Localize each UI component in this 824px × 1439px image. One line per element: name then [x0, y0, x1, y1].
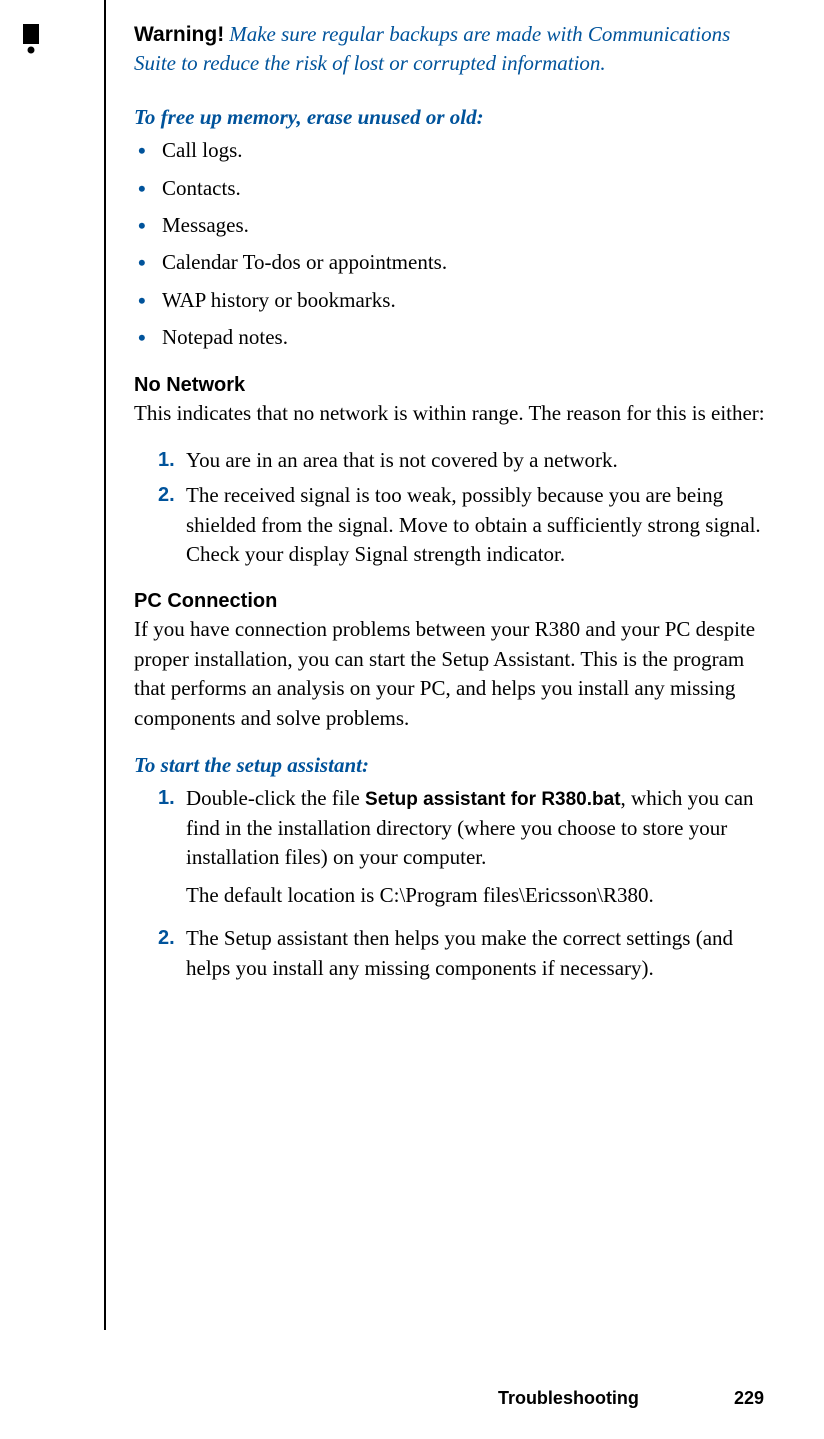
main-content: Warning! Make sure regular backups are m… [134, 20, 774, 983]
setup-assistant-list: 1. Double-click the file Setup assistant… [158, 784, 774, 983]
step-continuation: The default location is C:\Program files… [186, 881, 774, 910]
list-item: Messages. [134, 211, 774, 240]
pc-connection-intro: If you have connection problems between … [134, 615, 774, 733]
no-network-list: 1. You are in an area that is not covere… [158, 446, 774, 570]
list-item: Contacts. [134, 174, 774, 203]
list-item: 1. You are in an area that is not covere… [158, 446, 774, 475]
step-number: 2. [158, 481, 175, 509]
warning-body: Make sure regular backups are made with … [134, 22, 730, 75]
bat-filename: Setup assistant for R380.bat [365, 789, 621, 810]
page-footer: Troubleshooting 229 [498, 1386, 764, 1411]
step-number: 1. [158, 784, 175, 812]
list-item: 1. Double-click the file Setup assistant… [158, 784, 774, 910]
step-number: 2. [158, 924, 175, 952]
list-item: Notepad notes. [134, 323, 774, 352]
warning-icon [20, 24, 42, 54]
warning-block: Warning! Make sure regular backups are m… [134, 20, 774, 79]
no-network-heading: No Network [134, 371, 774, 399]
free-memory-title: To free up memory, erase unused or old: [134, 103, 774, 132]
list-item: Call logs. [134, 136, 774, 165]
step-text: The Setup assistant then helps you make … [186, 926, 733, 979]
no-network-intro: This indicates that no network is within… [134, 399, 774, 428]
step-text: You are in an area that is not covered b… [186, 448, 618, 472]
free-memory-list: Call logs. Contacts. Messages. Calendar … [134, 136, 774, 352]
footer-section: Troubleshooting [498, 1388, 639, 1408]
footer-page-number: 229 [734, 1388, 764, 1408]
setup-assistant-title: To start the setup assistant: [134, 751, 774, 780]
list-item: 2. The Setup assistant then helps you ma… [158, 924, 774, 983]
warning-label: Warning! [134, 23, 224, 46]
page-content: Warning! Make sure regular backups are m… [0, 0, 824, 1439]
step-number: 1. [158, 446, 175, 474]
pc-connection-heading: PC Connection [134, 587, 774, 615]
step-text: The received signal is too weak, possibl… [186, 483, 761, 566]
list-item: WAP history or bookmarks. [134, 286, 774, 315]
list-item: 2. The received signal is too weak, poss… [158, 481, 774, 569]
step-text: Double-click the file Setup assistant fo… [186, 786, 754, 869]
list-item: Calendar To-dos or appointments. [134, 248, 774, 277]
step-pre: Double-click the file [186, 786, 365, 810]
margin-rule [104, 0, 106, 1330]
